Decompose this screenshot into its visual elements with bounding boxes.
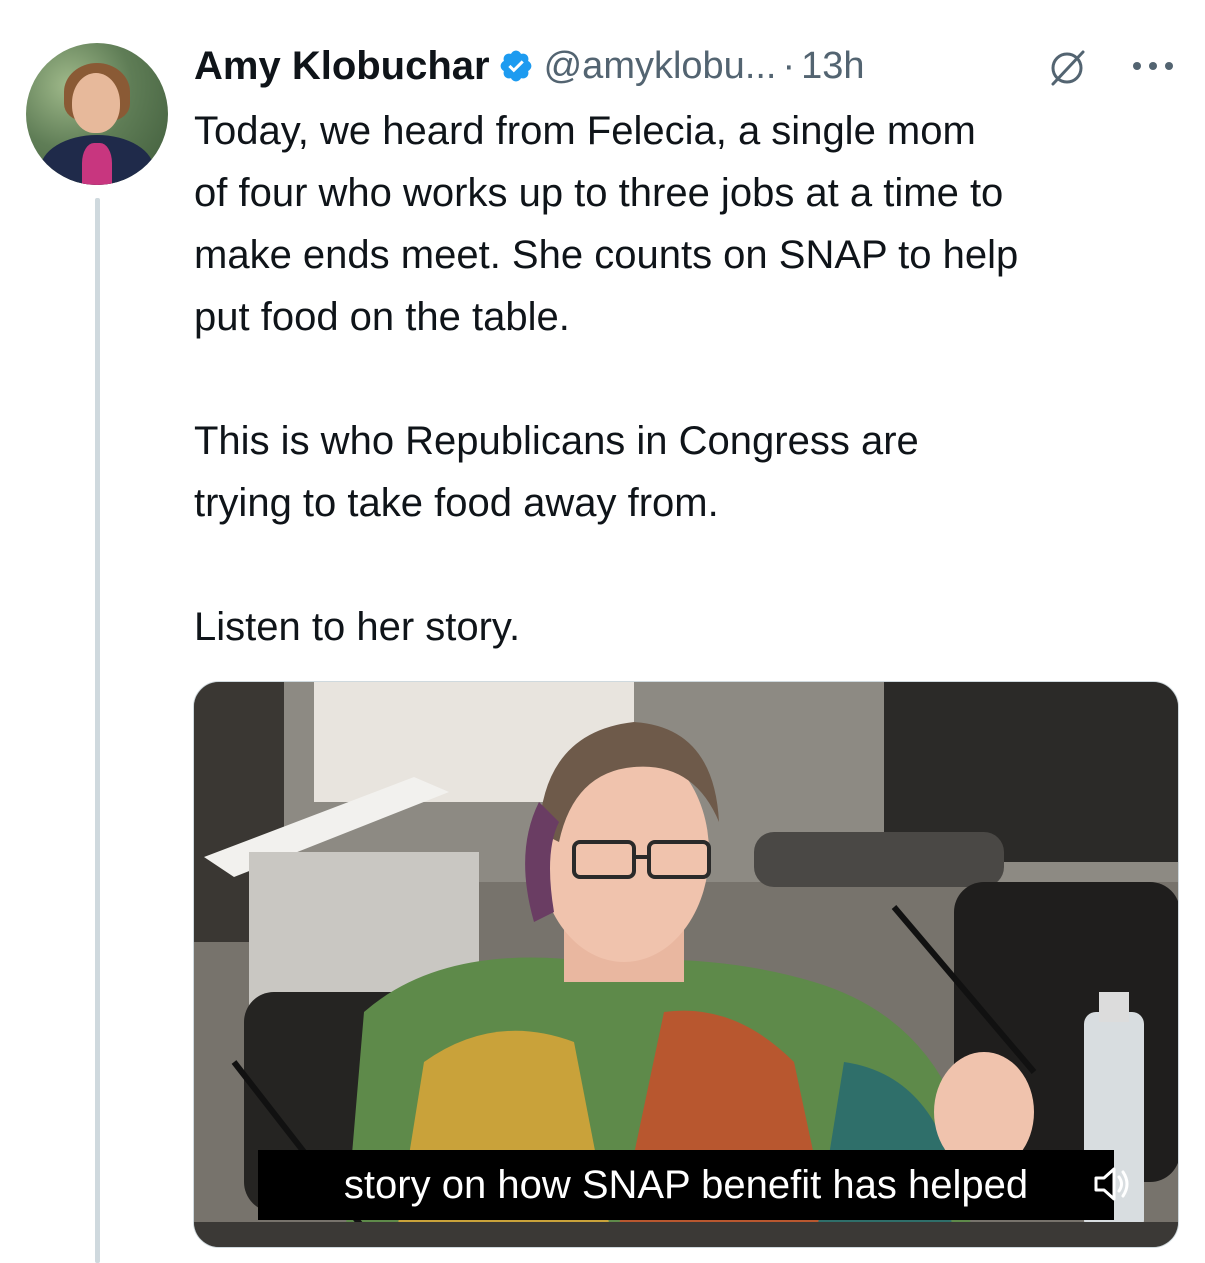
text-line: This is who Republicans in Congress are — [194, 419, 919, 463]
avatar-shirt — [82, 143, 112, 185]
tweet-header: Amy Klobuchar @amyklobu... · 13h — [194, 38, 865, 94]
verified-badge-icon[interactable] — [498, 48, 534, 84]
volume-icon[interactable] — [1090, 1162, 1134, 1206]
tweet-text: Today, we heard from Felecia, a single m… — [194, 100, 1184, 658]
thread-line — [95, 198, 100, 1263]
text-line: trying to take food away from. — [194, 481, 719, 525]
text-line: make ends meet. She counts on SNAP to he… — [194, 233, 1019, 277]
avatar-face — [72, 73, 120, 133]
text-line: Today, we heard from Felecia, a single m… — [194, 109, 976, 153]
author-avatar[interactable] — [26, 43, 168, 185]
tweet-time[interactable]: 13h — [801, 45, 864, 88]
caption-text: story on how SNAP benefit has helped — [343, 1162, 1029, 1207]
text-line: of four who works up to three jobs at a … — [194, 171, 1004, 215]
author-handle[interactable]: @amyklobu... — [544, 45, 777, 88]
more-options-icon[interactable] — [1128, 56, 1178, 76]
tweet[interactable]: Amy Klobuchar @amyklobu... · 13h Today, … — [0, 0, 1205, 1263]
author-name[interactable]: Amy Klobuchar — [194, 44, 490, 89]
text-line: Listen to her story. — [194, 605, 521, 649]
text-line: put food on the table. — [194, 295, 570, 339]
header-separator: · — [782, 44, 796, 87]
grok-icon[interactable] — [1045, 46, 1089, 90]
video-caption: story on how SNAP benefit has helped — [258, 1150, 1114, 1220]
